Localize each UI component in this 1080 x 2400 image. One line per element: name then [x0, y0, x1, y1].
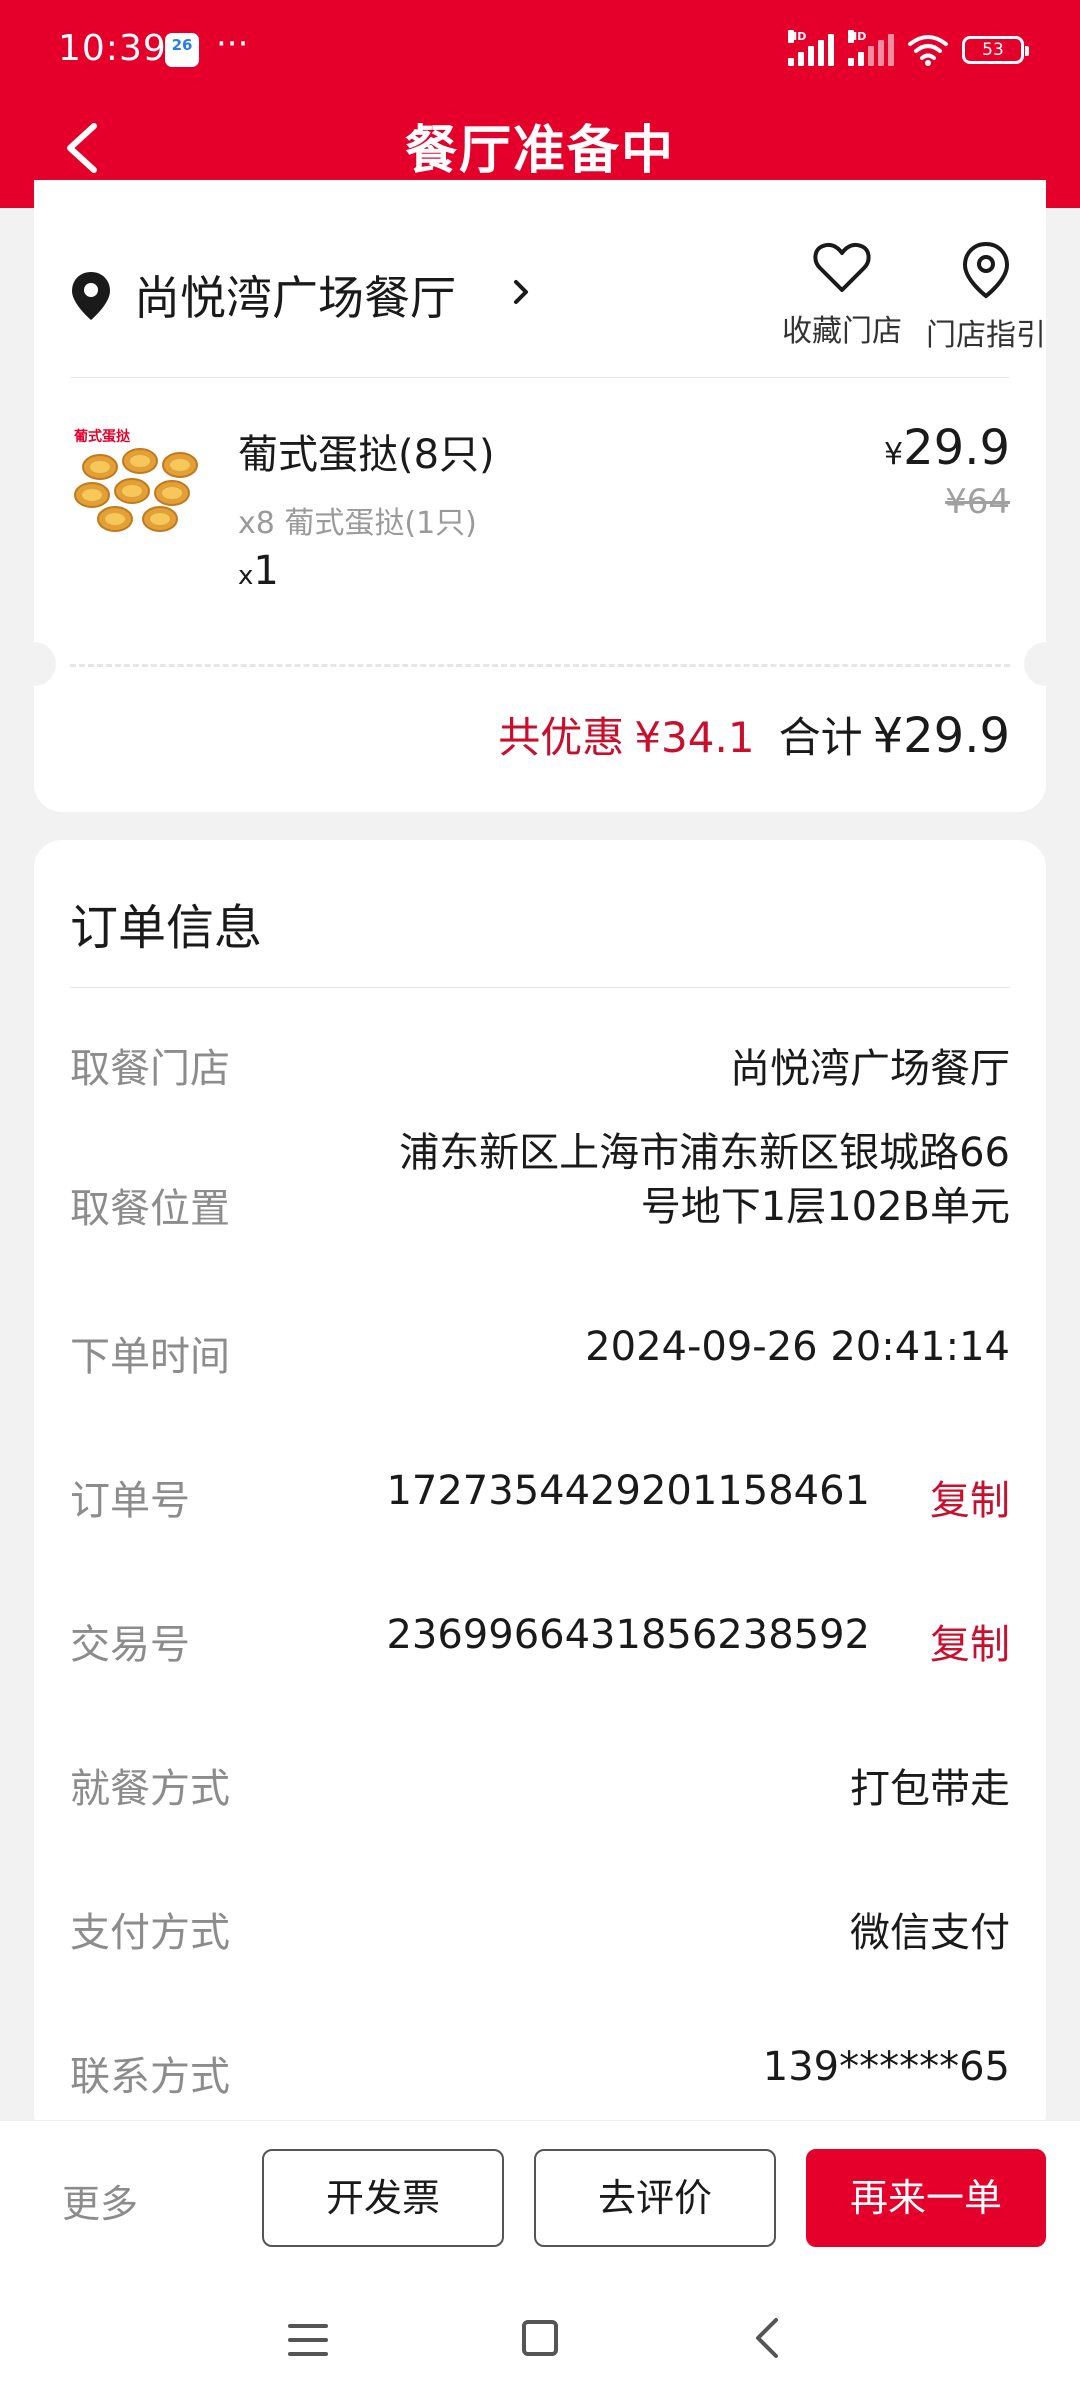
store-name-link[interactable]: 尚悦湾广场餐厅 [134, 262, 456, 328]
info-value: 139******65 [762, 2044, 1010, 2090]
reorder-button[interactable]: 再来一单 [806, 2149, 1046, 2247]
info-value: 1727354429201158461 [386, 1468, 870, 1514]
favorite-store-button[interactable]: 收藏门店 [782, 240, 902, 350]
invoice-button[interactable]: 开发票 [262, 2149, 504, 2247]
store-guide-button[interactable]: 门店指引 [926, 240, 1046, 354]
info-label: 就餐方式 [70, 1766, 230, 1812]
info-label: 取餐位置 [70, 1186, 230, 1232]
product-quantity: x1 [238, 548, 279, 594]
system-navigation-bar [0, 2300, 1080, 2380]
info-value: 微信支付 [850, 1910, 1010, 1956]
info-label: 取餐门店 [70, 1046, 230, 1092]
dashed-divider [70, 664, 1010, 667]
info-value: 2024-09-26 20:41:14 [585, 1324, 1010, 1370]
map-pin-icon [962, 241, 1010, 299]
product-original-price: ¥64 [945, 482, 1010, 522]
product-price: ¥29.9 [884, 420, 1010, 476]
battery-icon: 53 [962, 36, 1029, 64]
order-summary-card: 尚悦湾广场餐厅 收藏门店 门店指引 葡式蛋挞 葡式蛋挞(8只) x8 葡式蛋挞(… [12, 180, 1068, 812]
signal-icon-sim2: HD [848, 30, 894, 66]
info-label: 交易号 [70, 1622, 190, 1668]
ticket-notch-right [1024, 642, 1068, 686]
wifi-icon [908, 35, 948, 66]
divider [70, 377, 1010, 378]
info-value: 2369966431856238592 [386, 1612, 870, 1658]
status-time: 10:39 [58, 28, 167, 69]
calendar-notification-icon: 26 [165, 33, 199, 67]
favorite-store-label: 收藏门店 [782, 314, 902, 349]
top-header: 10:39 26 ··· HD HD 53 餐厅准备中 [0, 0, 1080, 208]
copy-order-number-button[interactable]: 复制 [930, 1468, 1010, 1526]
heart-icon [813, 242, 871, 292]
store-row: 尚悦湾广场餐厅 收藏门店 门店指引 [70, 240, 1046, 370]
status-bar: 10:39 26 ··· HD HD 53 [0, 0, 1080, 100]
product-image-egg-tarts: 葡式蛋挞 [70, 425, 220, 535]
info-label: 支付方式 [70, 1910, 230, 1956]
menu-icon[interactable] [288, 2322, 328, 2358]
signal-icon-sim1: HD [788, 30, 834, 66]
info-label: 联系方式 [70, 2054, 230, 2100]
status-indicators: HD HD 53 [788, 30, 1029, 70]
total-label: 合计 [778, 713, 863, 762]
review-button[interactable]: 去评价 [534, 2149, 776, 2247]
divider [70, 987, 1010, 988]
ticket-notch-left [12, 642, 56, 686]
order-info-card: 订单信息 取餐门店 尚悦湾广场餐厅 取餐位置 浦东新区上海市浦东新区银城路66号… [34, 840, 1046, 2140]
chevron-right-icon[interactable] [510, 274, 534, 310]
product-detail: x8 葡式蛋挞(1只) [238, 506, 477, 541]
page-title: 餐厅准备中 [404, 121, 675, 181]
copy-transaction-number-button[interactable]: 复制 [930, 1612, 1010, 1670]
discount-value: ¥34.1 [634, 713, 755, 762]
order-totals: 共优惠 ¥34.1 合计 ¥29.9 [498, 704, 1010, 765]
total-value: ¥29.9 [872, 708, 1010, 764]
home-icon[interactable] [522, 2320, 558, 2356]
order-info-title: 订单信息 [70, 900, 263, 956]
store-guide-label: 门店指引 [926, 318, 1046, 353]
system-back-icon[interactable] [752, 2316, 782, 2360]
info-label: 下单时间 [70, 1334, 230, 1380]
location-pin-icon [72, 272, 110, 320]
info-label: 订单号 [70, 1478, 190, 1524]
product-name: 葡式蛋挞(8只) [238, 432, 495, 478]
more-notifications-icon: ··· [216, 24, 249, 64]
info-value: 尚悦湾广场餐厅 [730, 1046, 1010, 1092]
info-value: 浦东新区上海市浦东新区银城路66号地下1层102B单元 [399, 1130, 1010, 1230]
svg-text:葡式蛋挞: 葡式蛋挞 [73, 428, 131, 445]
discount-label: 共优惠 [498, 713, 625, 762]
more-button[interactable]: 更多 [62, 2173, 138, 2228]
info-value: 打包带走 [850, 1766, 1010, 1812]
